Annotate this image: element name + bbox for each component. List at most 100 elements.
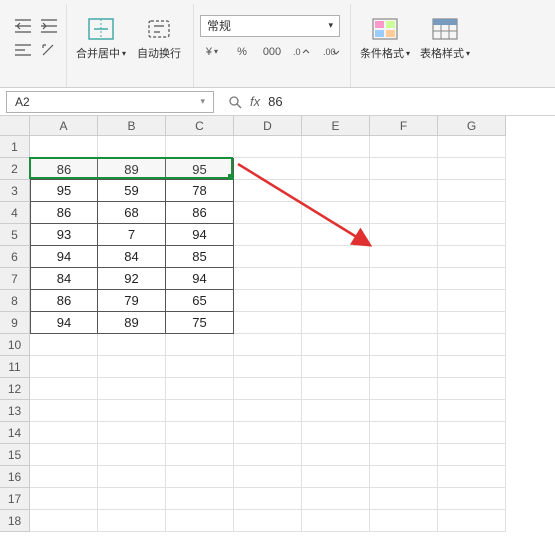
cell[interactable]: [370, 224, 438, 246]
cell[interactable]: [98, 422, 166, 444]
cell[interactable]: [30, 136, 98, 158]
cell[interactable]: [438, 180, 506, 202]
cell[interactable]: [438, 290, 506, 312]
search-fx-icon[interactable]: [228, 95, 242, 109]
cell[interactable]: [438, 444, 506, 466]
cell[interactable]: [234, 334, 302, 356]
cell[interactable]: [302, 224, 370, 246]
cell[interactable]: [302, 400, 370, 422]
cell[interactable]: [98, 510, 166, 532]
name-box[interactable]: A2 ▾: [6, 91, 214, 113]
cell[interactable]: [302, 334, 370, 356]
cell[interactable]: 59: [98, 180, 166, 202]
row-header[interactable]: 11: [0, 356, 30, 378]
cell[interactable]: [370, 290, 438, 312]
cell[interactable]: [166, 400, 234, 422]
cell[interactable]: 85: [166, 246, 234, 268]
cell[interactable]: [370, 466, 438, 488]
cell[interactable]: 86: [166, 202, 234, 224]
cell[interactable]: 95: [30, 180, 98, 202]
cell[interactable]: [234, 510, 302, 532]
cell[interactable]: 86: [30, 158, 98, 180]
cell[interactable]: [438, 510, 506, 532]
formula-input[interactable]: [268, 91, 547, 113]
cell[interactable]: [166, 488, 234, 510]
cell[interactable]: [234, 268, 302, 290]
row-header[interactable]: 9: [0, 312, 30, 334]
cell[interactable]: [98, 400, 166, 422]
cell[interactable]: 86: [30, 290, 98, 312]
currency-button[interactable]: ¥▾: [200, 41, 224, 63]
cell[interactable]: 93: [30, 224, 98, 246]
row-header[interactable]: 14: [0, 422, 30, 444]
number-format-select[interactable]: 常规 ▾: [200, 15, 340, 37]
cell[interactable]: 94: [30, 246, 98, 268]
cell[interactable]: [30, 378, 98, 400]
cell[interactable]: [302, 378, 370, 400]
cell[interactable]: [438, 136, 506, 158]
cell[interactable]: [166, 334, 234, 356]
cell[interactable]: [234, 224, 302, 246]
cell[interactable]: [166, 466, 234, 488]
cell[interactable]: [370, 268, 438, 290]
row-header[interactable]: 12: [0, 378, 30, 400]
cell[interactable]: [98, 488, 166, 510]
cell[interactable]: [370, 378, 438, 400]
cell[interactable]: [302, 422, 370, 444]
cell[interactable]: [370, 334, 438, 356]
orientation-icon[interactable]: [38, 39, 60, 61]
cell[interactable]: [302, 510, 370, 532]
cell[interactable]: [166, 356, 234, 378]
cell[interactable]: [234, 312, 302, 334]
cell[interactable]: [438, 224, 506, 246]
cell[interactable]: [30, 334, 98, 356]
cell[interactable]: 79: [98, 290, 166, 312]
cell[interactable]: [234, 466, 302, 488]
cell[interactable]: [438, 334, 506, 356]
wrap-text-button[interactable]: 自动换行: [131, 11, 187, 65]
cell[interactable]: [166, 444, 234, 466]
select-all-corner[interactable]: [0, 116, 30, 136]
decrease-indent-icon[interactable]: [12, 15, 34, 37]
cell[interactable]: [98, 334, 166, 356]
cell[interactable]: [370, 158, 438, 180]
cell[interactable]: [234, 158, 302, 180]
cell[interactable]: [438, 312, 506, 334]
cell[interactable]: [370, 444, 438, 466]
cell[interactable]: [302, 136, 370, 158]
cell[interactable]: [166, 378, 234, 400]
cell[interactable]: 89: [98, 158, 166, 180]
increase-indent-icon[interactable]: [38, 15, 60, 37]
cell[interactable]: [30, 444, 98, 466]
row-header[interactable]: 1: [0, 136, 30, 158]
cell[interactable]: [370, 356, 438, 378]
cell[interactable]: 78: [166, 180, 234, 202]
cell[interactable]: [370, 202, 438, 224]
column-header[interactable]: E: [302, 116, 370, 136]
table-style-button[interactable]: 表格样式▾: [417, 11, 473, 65]
cell[interactable]: [302, 290, 370, 312]
percent-button[interactable]: %: [230, 41, 254, 63]
cell[interactable]: 84: [98, 246, 166, 268]
cell[interactable]: [438, 356, 506, 378]
cell[interactable]: [234, 202, 302, 224]
fx-icon[interactable]: fx: [250, 94, 260, 109]
cell[interactable]: [234, 136, 302, 158]
cell[interactable]: [370, 488, 438, 510]
row-header[interactable]: 4: [0, 202, 30, 224]
cell[interactable]: 92: [98, 268, 166, 290]
row-header[interactable]: 15: [0, 444, 30, 466]
cell[interactable]: [370, 422, 438, 444]
cell[interactable]: [30, 488, 98, 510]
row-header[interactable]: 7: [0, 268, 30, 290]
cell[interactable]: [30, 422, 98, 444]
cell[interactable]: 65: [166, 290, 234, 312]
row-header[interactable]: 5: [0, 224, 30, 246]
row-header[interactable]: 6: [0, 246, 30, 268]
cell[interactable]: [302, 356, 370, 378]
conditional-format-button[interactable]: 条件格式▾: [357, 11, 413, 65]
row-header[interactable]: 17: [0, 488, 30, 510]
cell[interactable]: [302, 488, 370, 510]
align-icon[interactable]: [12, 39, 34, 61]
cell[interactable]: [98, 444, 166, 466]
